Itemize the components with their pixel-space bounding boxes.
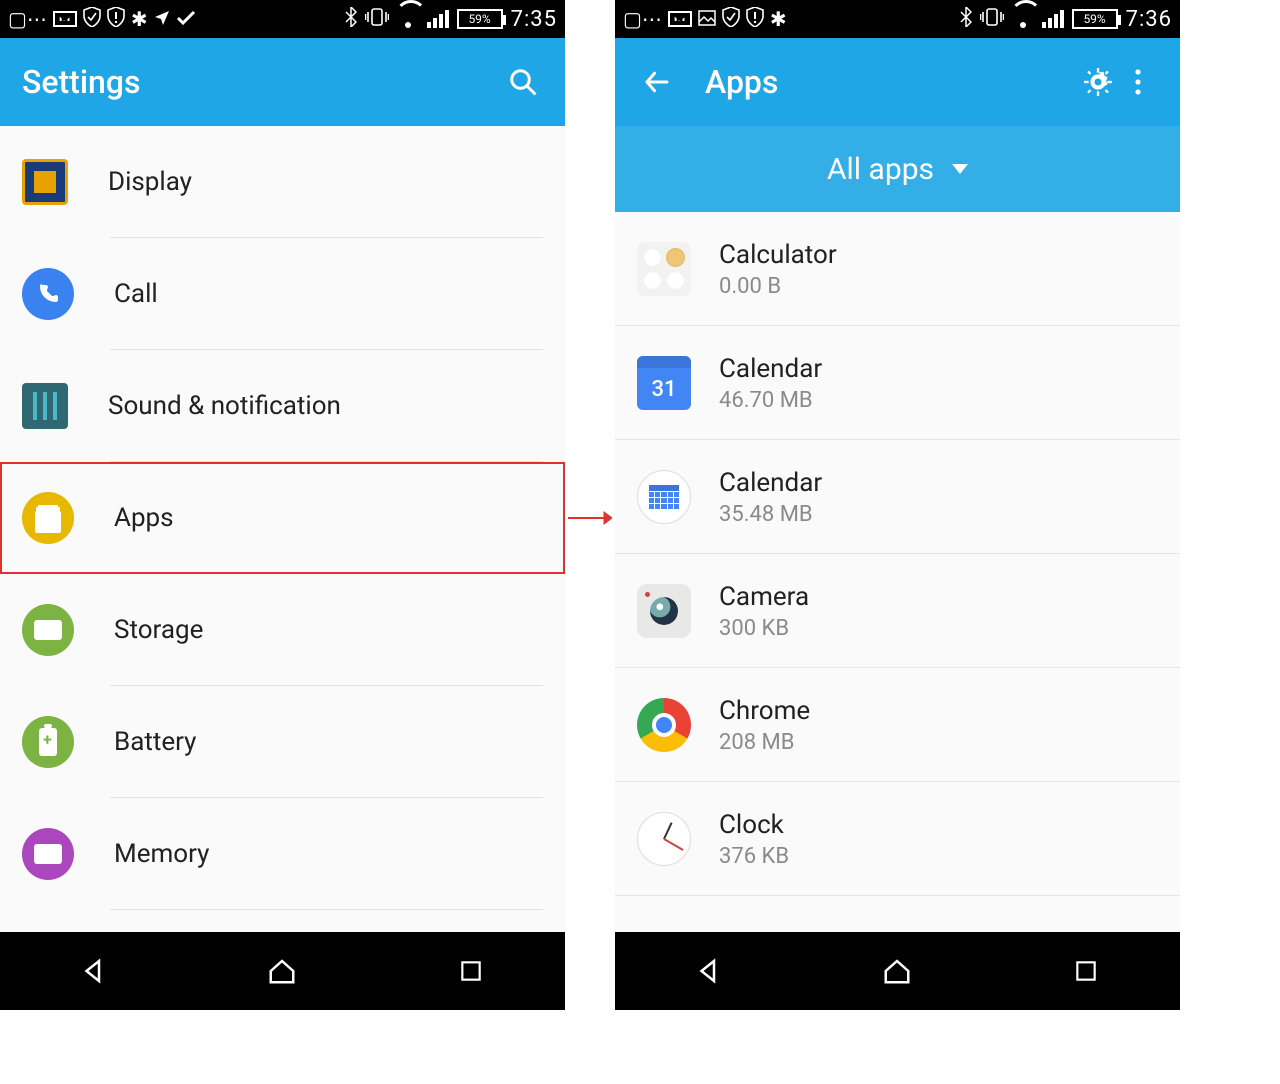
gmail-icon: [668, 11, 692, 27]
gmail-icon: [53, 11, 77, 27]
more-icon: ▢⋯: [623, 7, 662, 31]
calendar-app-icon: [637, 470, 691, 524]
settings-item-label: Sound & notification: [108, 391, 341, 421]
app-name: Clock: [719, 810, 789, 840]
location-icon: [154, 7, 170, 31]
bluetooth-icon: [345, 7, 357, 32]
signal-icon: [427, 10, 449, 28]
wifi-icon: [397, 10, 419, 28]
phone-settings: ▢⋯ ✱: [0, 0, 565, 1010]
app-name: Calculator: [719, 240, 837, 270]
settings-item-label: Display: [108, 167, 192, 197]
signal-icon: [1042, 10, 1064, 28]
settings-item-display[interactable]: Display: [0, 126, 565, 238]
nav-back-button[interactable]: [74, 951, 114, 991]
chrome-app-icon: [637, 698, 691, 752]
app-name: Calendar: [719, 354, 822, 384]
check-icon: [176, 7, 196, 31]
image-icon: [698, 7, 716, 31]
calculator-app-icon: [637, 242, 691, 296]
settings-item-call[interactable]: Call: [0, 238, 565, 350]
appbar-title: Settings: [22, 63, 503, 101]
nav-recents-button[interactable]: [1066, 951, 1106, 991]
snowflake-icon: ✱: [770, 7, 787, 31]
vibrate-icon: [365, 7, 389, 31]
app-name: Camera: [719, 582, 809, 612]
dropdown-arrow-icon: [952, 164, 968, 174]
app-size: 0.00 B: [719, 274, 837, 299]
app-row-camera[interactable]: Camera 300 KB: [615, 554, 1180, 668]
apps-appbar: Apps: [615, 38, 1180, 126]
app-row-calendar-google[interactable]: 31 Calendar 46.70 MB: [615, 326, 1180, 440]
settings-list: Display Call Sound & notification Apps S…: [0, 126, 565, 932]
nav-home-button[interactable]: [877, 951, 917, 991]
back-button[interactable]: [637, 62, 677, 102]
clock-time: 7:35: [511, 7, 557, 32]
apps-list: Calculator 0.00 B 31 Calendar 46.70 MB C…: [615, 212, 1180, 932]
nav-back-button[interactable]: [689, 951, 729, 991]
app-size: 300 KB: [719, 616, 809, 641]
settings-item-label: Apps: [114, 503, 174, 533]
display-icon: [22, 159, 68, 205]
settings-gear-button[interactable]: [1078, 62, 1118, 102]
app-size: 46.70 MB: [719, 388, 822, 413]
camera-app-icon: [637, 584, 691, 638]
settings-item-label: Memory: [114, 839, 209, 869]
nav-home-button[interactable]: [262, 951, 302, 991]
clock-time: 7:36: [1126, 7, 1172, 32]
shield-icon: [83, 7, 101, 32]
shield-alert-icon: [107, 7, 125, 32]
appbar-title: Apps: [705, 63, 1078, 101]
bluetooth-icon: [960, 7, 972, 32]
app-name: Calendar: [719, 468, 822, 498]
apps-filter-dropdown[interactable]: All apps: [615, 126, 1180, 212]
apps-icon: [22, 492, 74, 544]
phone-icon: [22, 268, 74, 320]
vibrate-icon: [980, 7, 1004, 31]
overflow-menu-button[interactable]: [1118, 62, 1158, 102]
app-row-calendar-stock[interactable]: Calendar 35.48 MB: [615, 440, 1180, 554]
app-size: 376 KB: [719, 844, 789, 869]
chip-icon: [22, 828, 74, 880]
android-navbar: [0, 932, 565, 1010]
shield-alert-icon: [746, 7, 764, 32]
chip-icon: [22, 604, 74, 656]
settings-item-label: Battery: [114, 727, 196, 757]
settings-item-label: Storage: [114, 615, 203, 645]
more-icon: ▢⋯: [8, 7, 47, 31]
snowflake-icon: ✱: [131, 7, 148, 31]
settings-item-battery[interactable]: Battery: [0, 686, 565, 798]
battery-icon: 59%: [457, 9, 503, 29]
status-bar: ▢⋯ ✱: [0, 0, 565, 38]
settings-item-apps[interactable]: Apps: [0, 462, 565, 574]
settings-item-storage[interactable]: Storage: [0, 574, 565, 686]
app-size: 208 MB: [719, 730, 810, 755]
app-row-clock[interactable]: Clock 376 KB: [615, 782, 1180, 896]
battery-percent: 59%: [1083, 12, 1105, 26]
settings-item-memory[interactable]: Memory: [0, 798, 565, 910]
equalizer-icon: [22, 383, 68, 429]
search-button[interactable]: [503, 62, 543, 102]
battery-icon: 59%: [1072, 9, 1118, 29]
wifi-icon: [1012, 10, 1034, 28]
filter-label: All apps: [827, 152, 934, 187]
app-row-chrome[interactable]: Chrome 208 MB: [615, 668, 1180, 782]
battery-percent: 59%: [468, 12, 490, 26]
status-bar: ▢⋯ ✱: [615, 0, 1180, 38]
settings-item-label: Call: [114, 279, 158, 309]
google-calendar-app-icon: 31: [637, 356, 691, 410]
flow-arrow-icon: [568, 510, 612, 526]
clock-app-icon: [637, 812, 691, 866]
android-navbar: [615, 932, 1180, 1010]
app-row-calculator[interactable]: Calculator 0.00 B: [615, 212, 1180, 326]
app-name: Chrome: [719, 696, 810, 726]
shield-icon: [722, 7, 740, 32]
phone-apps: ▢⋯ ✱: [615, 0, 1180, 1010]
app-size: 35.48 MB: [719, 502, 822, 527]
battery-plus-icon: [22, 716, 74, 768]
nav-recents-button[interactable]: [451, 951, 491, 991]
settings-appbar: Settings: [0, 38, 565, 126]
settings-item-sound[interactable]: Sound & notification: [0, 350, 565, 462]
